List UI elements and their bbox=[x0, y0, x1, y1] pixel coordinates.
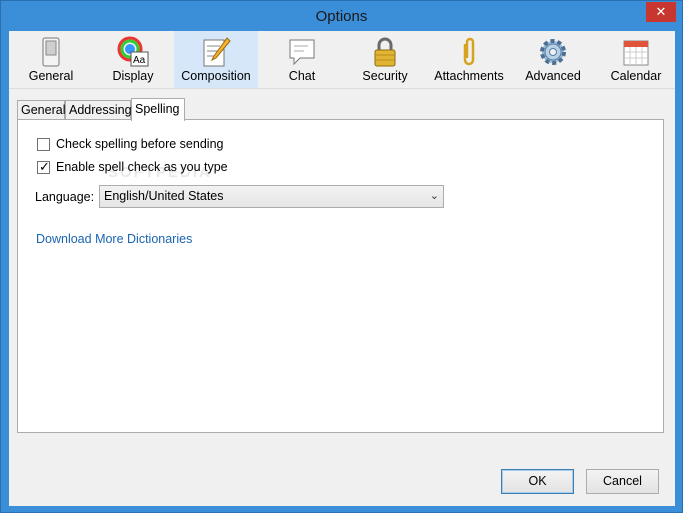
language-label: Language: bbox=[35, 190, 95, 204]
dialog-client-area: General Aa Display Composition Chat Secu… bbox=[9, 31, 675, 506]
spelling-panel: Check spelling before sending ✓ Enable s… bbox=[17, 119, 664, 433]
toolbar-item-security[interactable]: Security bbox=[343, 31, 427, 88]
tab-spelling[interactable]: Spelling bbox=[131, 98, 185, 121]
composition-pencil-icon bbox=[203, 37, 231, 67]
toolbar-label-security: Security bbox=[362, 69, 408, 83]
toolbar-item-attachments[interactable]: Attachments bbox=[427, 31, 511, 88]
toolbar-item-advanced[interactable]: Advanced bbox=[511, 31, 595, 88]
switch-icon bbox=[42, 37, 60, 67]
download-dictionaries-link[interactable]: Download More Dictionaries bbox=[36, 232, 192, 246]
toolbar-label-attachments: Attachments bbox=[434, 69, 504, 83]
language-select-value: English/United States bbox=[104, 189, 224, 203]
language-select[interactable]: English/United States ⌄ bbox=[99, 185, 444, 208]
softpedia-watermark: SOFTPEDIA bbox=[108, 164, 212, 181]
toolbar-label-chat: Chat bbox=[288, 69, 316, 83]
spell-as-you-type-checkbox[interactable]: ✓ bbox=[37, 159, 50, 174]
window-title: Options bbox=[315, 8, 368, 25]
calendar-icon bbox=[623, 40, 649, 66]
check-before-send-checkbox[interactable] bbox=[37, 138, 50, 151]
toolbar-item-calendar[interactable]: Calendar bbox=[594, 31, 678, 88]
toolbar-label-general: General bbox=[28, 69, 74, 83]
cancel-button[interactable]: Cancel bbox=[586, 469, 659, 494]
toolbar-item-display[interactable]: Aa Display bbox=[91, 31, 175, 88]
chat-bubble-icon bbox=[289, 39, 315, 66]
toolbar-item-chat[interactable]: Chat bbox=[260, 31, 344, 88]
tab-addressing[interactable]: Addressing bbox=[65, 100, 132, 120]
svg-text:Aa: Aa bbox=[133, 55, 146, 66]
tab-general[interactable]: General bbox=[17, 100, 65, 120]
display-aa-icon: Aa bbox=[117, 36, 149, 67]
category-toolbar: General Aa Display Composition Chat Secu… bbox=[9, 31, 675, 88]
toolbar-label-composition: Composition bbox=[181, 69, 251, 83]
ok-button[interactable]: OK bbox=[501, 469, 574, 494]
toolbar-item-composition[interactable]: Composition bbox=[174, 31, 258, 88]
padlock-icon bbox=[374, 37, 396, 67]
gear-icon bbox=[540, 39, 566, 65]
toolbar-label-calendar: Calendar bbox=[610, 69, 662, 83]
toolbar-item-general[interactable]: General bbox=[9, 31, 93, 88]
title-bar[interactable]: Options ✕ bbox=[1, 1, 682, 31]
toolbar-label-display: Display bbox=[112, 69, 154, 83]
check-before-send-label: Check spelling before sending bbox=[56, 137, 224, 151]
paperclip-icon bbox=[463, 37, 475, 66]
options-window: Options ✕ General Aa Display Composition… bbox=[0, 0, 683, 513]
toolbar-divider bbox=[9, 88, 675, 89]
toolbar-label-advanced: Advanced bbox=[525, 69, 581, 83]
close-button[interactable]: ✕ bbox=[646, 2, 676, 22]
chevron-down-icon: ⌄ bbox=[429, 190, 439, 202]
checkmark-icon: ✓ bbox=[39, 159, 50, 174]
